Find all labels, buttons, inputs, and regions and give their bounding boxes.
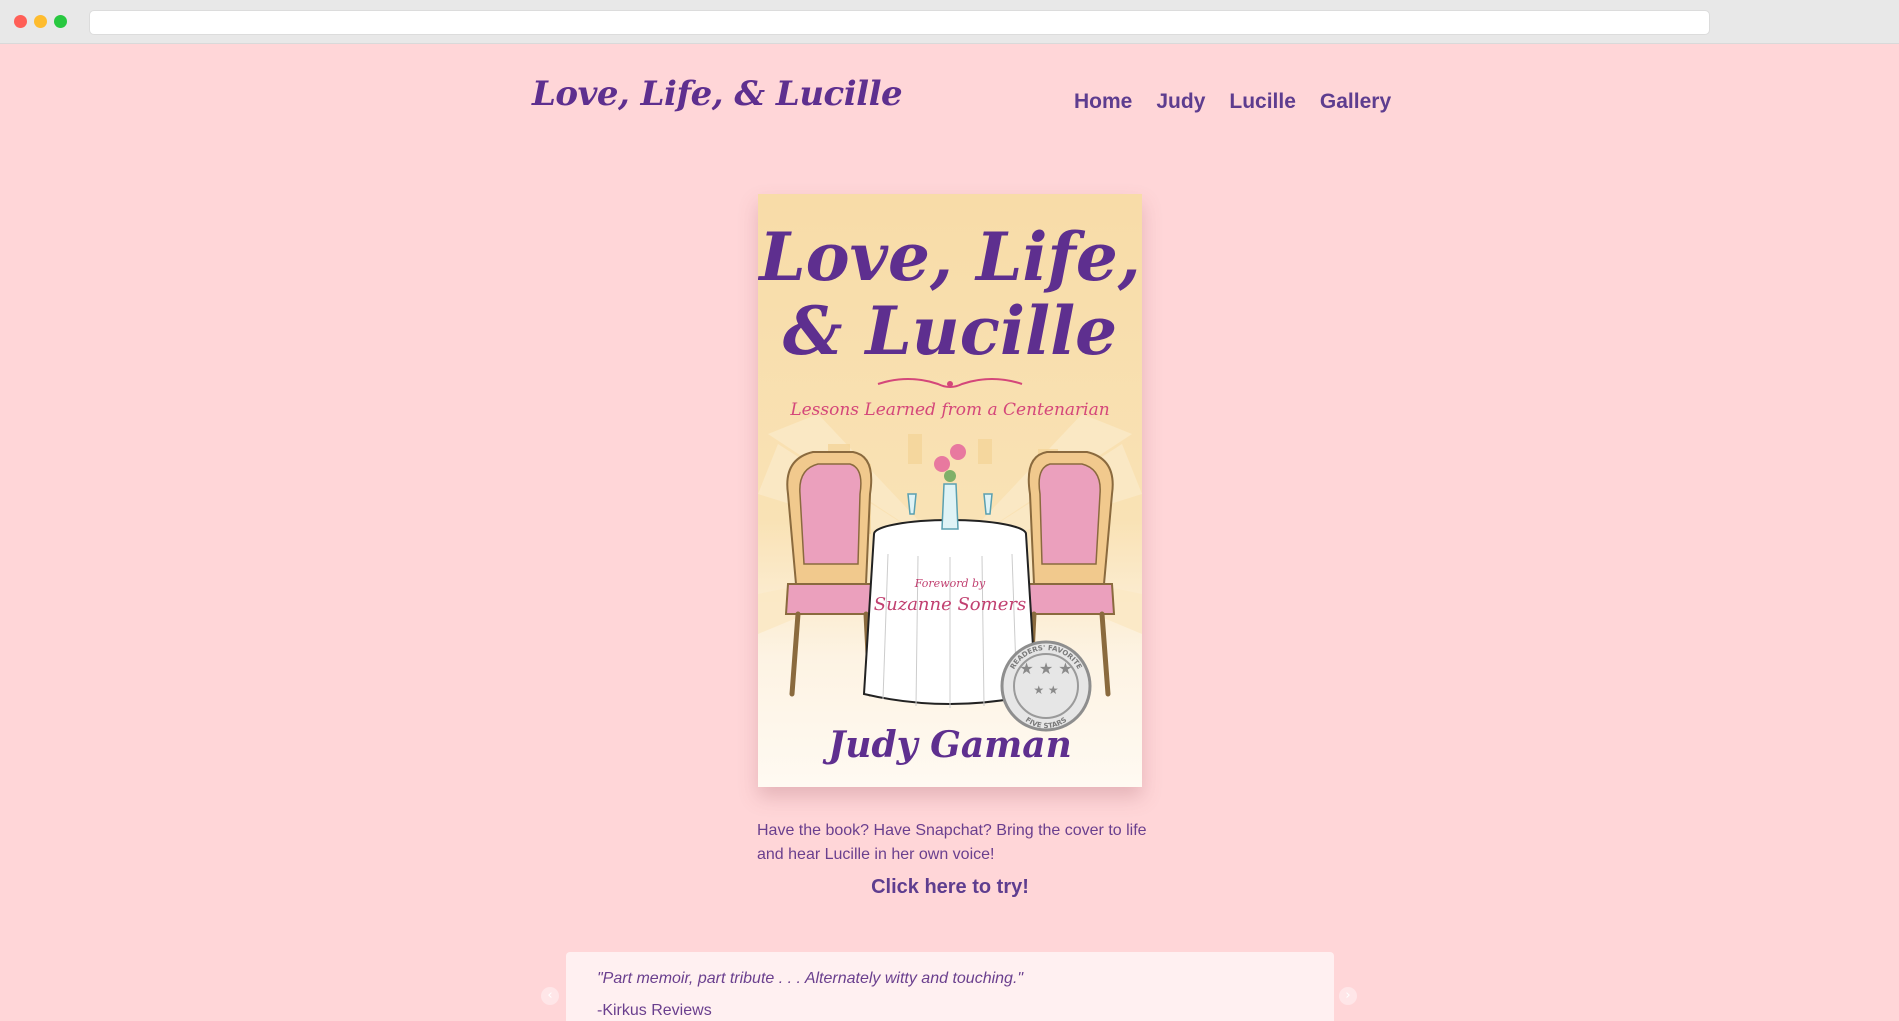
testimonial-source: -Kirkus Reviews — [597, 1002, 712, 1019]
nav-lucille[interactable]: Lucille — [1229, 90, 1296, 114]
nav-judy[interactable]: Judy — [1156, 90, 1205, 114]
close-window-button[interactable] — [14, 15, 27, 28]
testimonial-quote: "Part memoir, part tribute . . . Alterna… — [597, 970, 1024, 987]
nav-home[interactable]: Home — [1074, 90, 1132, 114]
carousel-next-icon[interactable]: › — [1339, 987, 1357, 1005]
testimonial-card: "Part memoir, part tribute . . . Alterna… — [566, 952, 1334, 1021]
snapchat-blurb: Have the book? Have Snapchat? Bring the … — [757, 822, 1147, 863]
try-snapchat-link[interactable]: Click here to try! — [758, 876, 1142, 899]
maximize-window-button[interactable] — [54, 15, 67, 28]
browser-toolbar — [0, 0, 1899, 44]
svg-text:★ ★ ★: ★ ★ ★ — [1019, 659, 1072, 678]
main-nav: Home Judy Lucille Gallery — [1074, 90, 1391, 114]
cover-subtitle: Lessons Learned from a Centenarian — [790, 400, 1110, 420]
cover-foreword-name: Suzanne Somers — [873, 594, 1027, 615]
nav-gallery[interactable]: Gallery — [1320, 90, 1391, 114]
book-cover: ★ ★ ★ ★ ★ Love, Life, & Lucille Lessons … — [758, 194, 1142, 787]
address-bar[interactable] — [89, 10, 1710, 35]
cover-title-line2: & Lucille — [782, 292, 1118, 370]
svg-text:★ ★: ★ ★ — [1033, 683, 1058, 697]
cover-title-line1: Love, Life, — [759, 218, 1141, 296]
carousel-prev-icon[interactable]: ‹ — [541, 987, 559, 1005]
site-logo[interactable]: Love, Life, & Lucille — [532, 74, 903, 114]
cover-foreword-label: Foreword by — [914, 577, 986, 590]
cover-author: Judy Gaman — [828, 724, 1072, 766]
minimize-window-button[interactable] — [34, 15, 47, 28]
